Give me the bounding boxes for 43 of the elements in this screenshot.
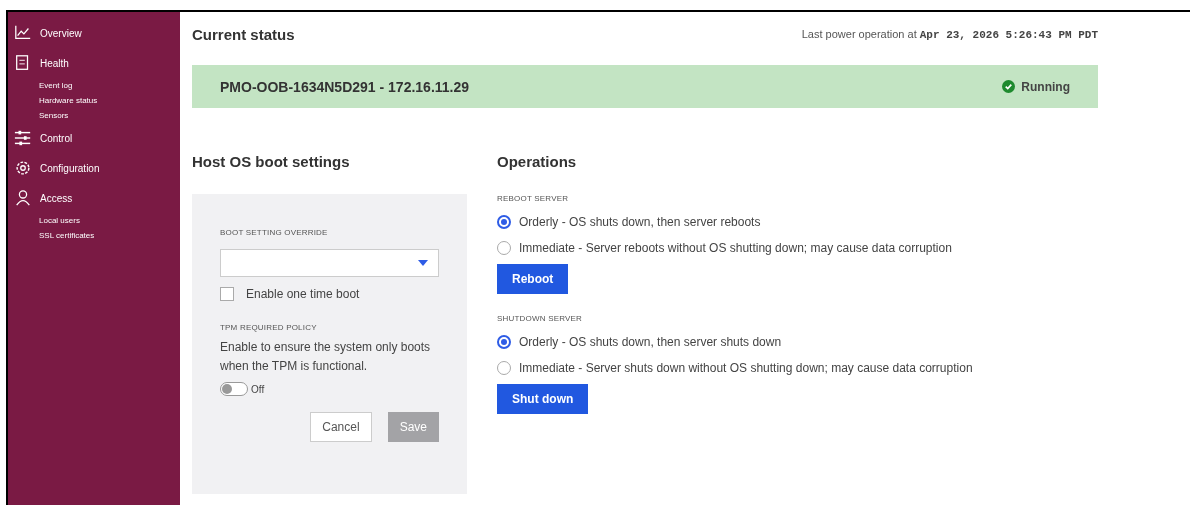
- check-circle-icon: [1002, 80, 1016, 93]
- boot-override-dropdown[interactable]: [220, 249, 439, 277]
- section-title: Host OS boot settings: [192, 153, 351, 170]
- radio-label: Immediate - Server shuts down without OS shutting down; may cause data corruption: [519, 361, 973, 375]
- group-label: SHUTDOWN SERVER: [497, 314, 584, 323]
- field-label: BOOT SETTING OVERRIDE: [220, 228, 329, 237]
- nav-subitem[interactable]: Hardware status: [8, 93, 180, 108]
- checkbox[interactable]: [220, 287, 234, 301]
- radio-button[interactable]: [497, 241, 511, 255]
- shutdown-button[interactable]: Shut down: [497, 384, 589, 414]
- section-title: Operations: [497, 153, 578, 170]
- last-power-operation: Last power operation at Apr 23, 2026 5:26:43 PM PDT: [801, 28, 1098, 41]
- radio-button[interactable]: [497, 361, 511, 375]
- host-name: PMO-OOB-1634N5D291 - 172.16.11.29: [220, 78, 470, 95]
- nav-item[interactable]: Access: [8, 183, 180, 213]
- cancel-button[interactable]: Cancel: [310, 412, 372, 442]
- nav-item[interactable]: Configuration: [8, 153, 180, 183]
- nav-item[interactable]: Overview: [8, 18, 180, 48]
- reboot-button[interactable]: Reboot: [497, 264, 569, 294]
- radio-label: Orderly - OS shuts down, then server shuts down: [519, 335, 782, 349]
- gear-icon: [14, 159, 32, 177]
- nav-item[interactable]: Control: [8, 123, 180, 153]
- radio-label: Immediate - Server reboots without OS shutting down; may cause data corruption: [519, 241, 952, 255]
- nav-subitem[interactable]: SSL certificates: [8, 228, 180, 243]
- nav-subitem[interactable]: Event log: [8, 78, 180, 93]
- sliders-icon: [14, 129, 32, 147]
- description-text: Enable to ensure the system only boots when the TPM is functional.: [220, 339, 432, 375]
- toggle-label: Off: [251, 383, 265, 395]
- field-label: TPM REQUIRED POLICY: [220, 323, 318, 332]
- radio-button[interactable]: [497, 335, 511, 349]
- group-label: REBOOT SERVER: [497, 194, 570, 203]
- nav-item[interactable]: Health: [8, 48, 180, 78]
- checkbox-label: Enable one time boot: [246, 287, 360, 301]
- caret-icon: [418, 260, 428, 266]
- toggle-switch[interactable]: [220, 382, 248, 396]
- nav-subitem[interactable]: Local users: [8, 213, 180, 228]
- chart-icon: [14, 24, 32, 42]
- status-text: Running: [1021, 79, 1070, 94]
- nav-subitem[interactable]: Sensors: [8, 108, 180, 123]
- section-title: Current status: [192, 26, 295, 43]
- radio-label: Orderly - OS shuts down, then server reboots: [519, 215, 761, 229]
- radio-button[interactable]: [497, 215, 511, 229]
- person-icon: [14, 189, 32, 207]
